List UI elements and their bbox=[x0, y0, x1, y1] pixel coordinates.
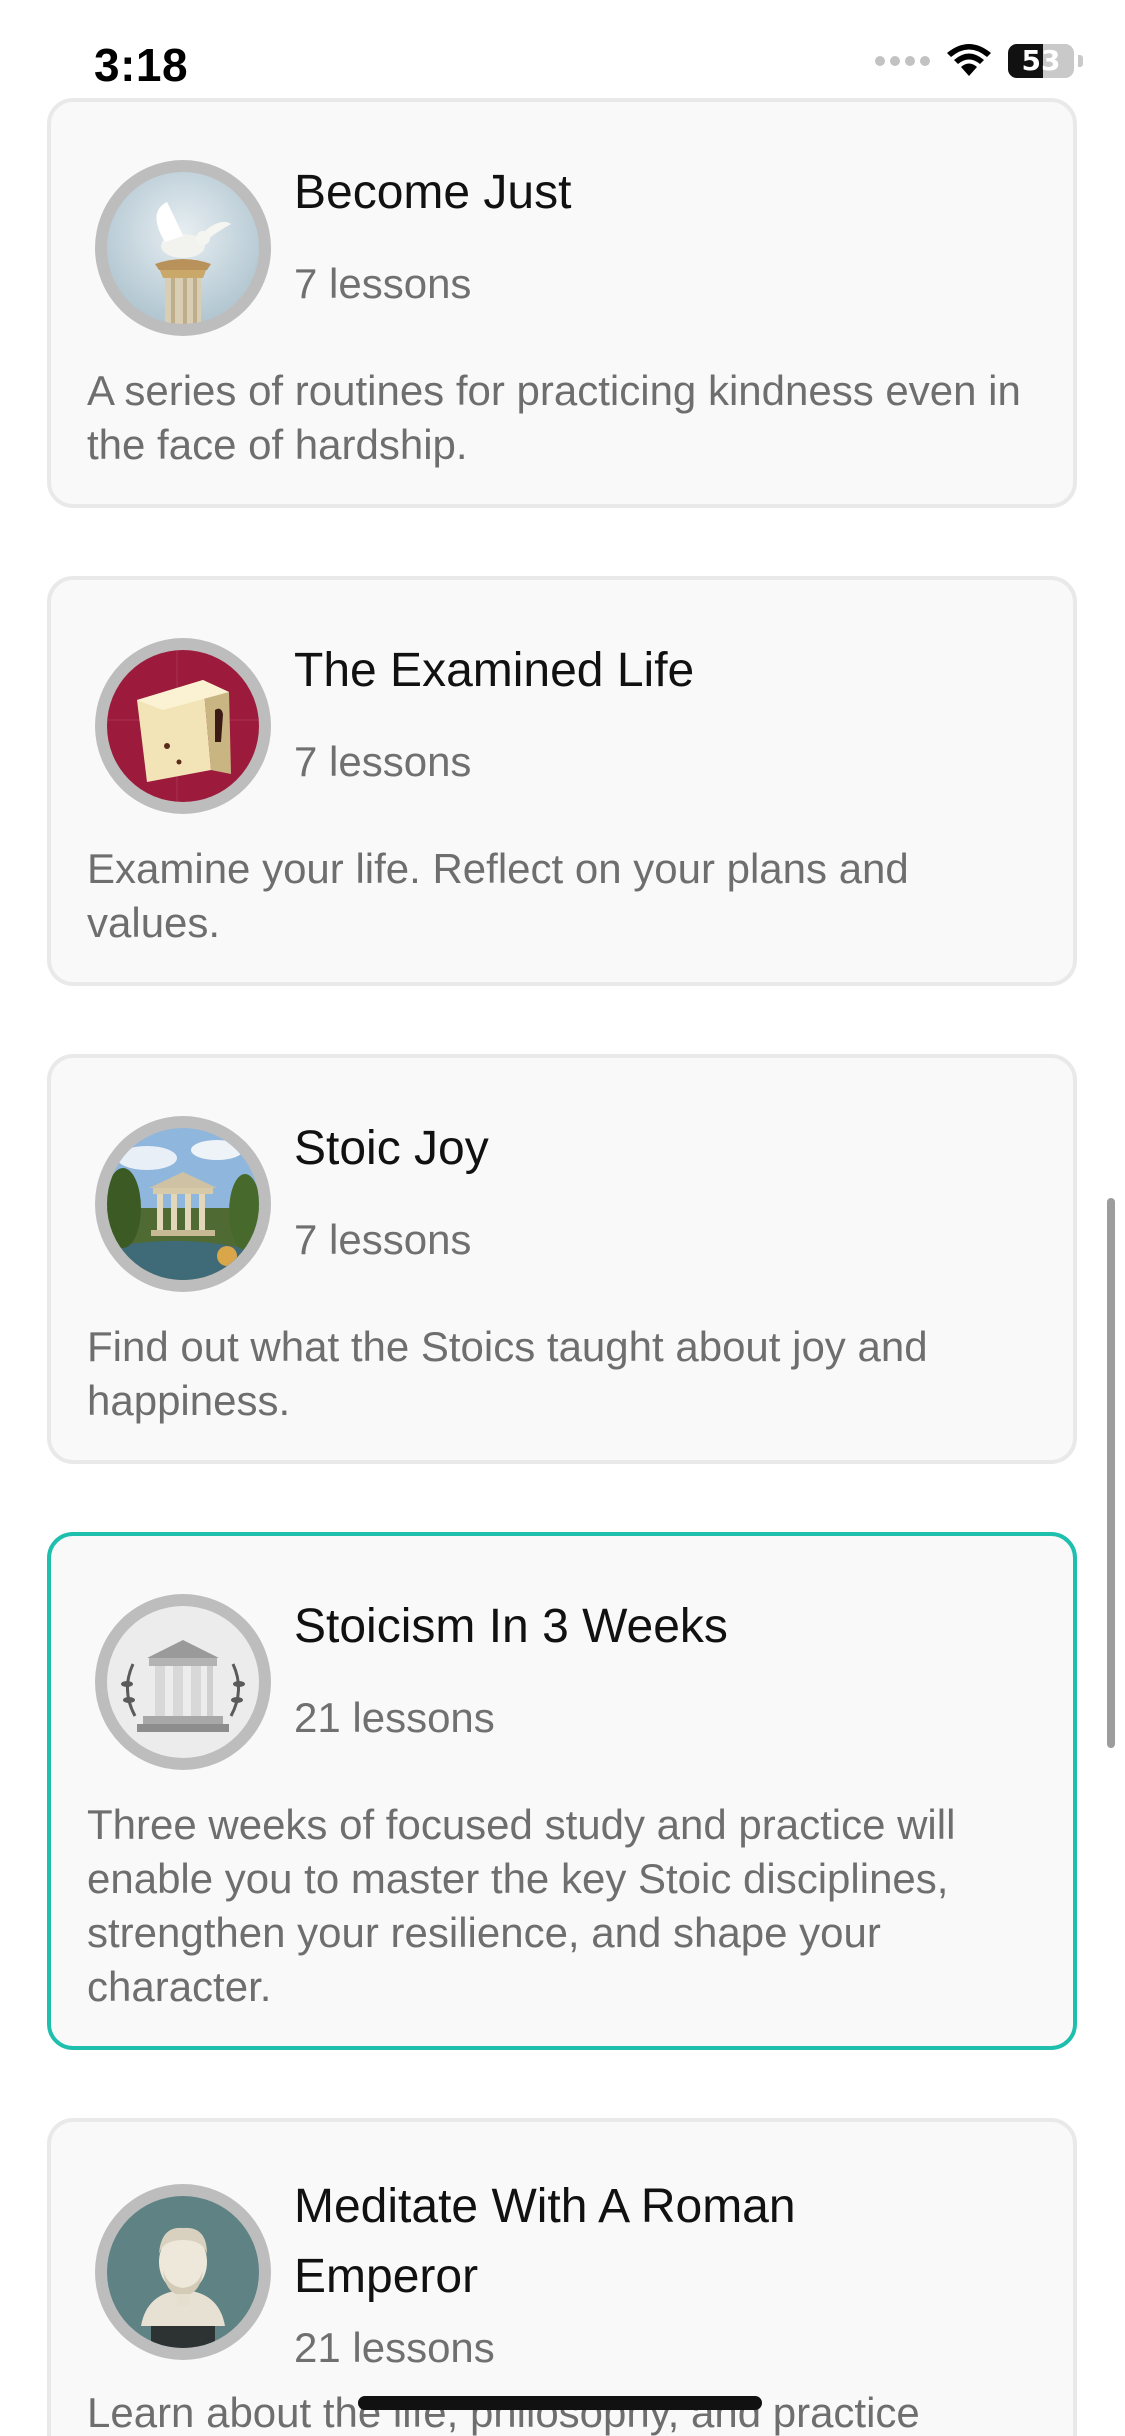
status-bar: 3:18 53 bbox=[0, 0, 1125, 96]
course-description: Learn about the life, philosophy, and pr… bbox=[87, 2389, 920, 2436]
course-title: Stoic Joy bbox=[294, 1122, 489, 1175]
course-description: A series of routines for practicing kind… bbox=[87, 367, 1021, 468]
cellular-signal-icon bbox=[875, 56, 930, 66]
course-lesson-count: 7 lessons bbox=[294, 260, 472, 307]
course-card-become-just[interactable]: Become Just 7 lessons A series of routin… bbox=[47, 98, 1077, 508]
course-card-meditate-with-a-roman-emperor[interactable]: Meditate With A Roman Emperor 21 lessons… bbox=[47, 2118, 1077, 2436]
course-lesson-count: 7 lessons bbox=[294, 738, 472, 785]
battery-cap bbox=[1078, 55, 1083, 67]
course-card-the-examined-life[interactable]: The Examined Life 7 lessons Examine your… bbox=[47, 576, 1077, 986]
course-lesson-count: 21 lessons bbox=[294, 1694, 495, 1741]
wifi-icon bbox=[947, 44, 991, 76]
open-box-image bbox=[95, 638, 271, 814]
course-title: Meditate With A Roman Emperor bbox=[294, 2180, 796, 2303]
course-lesson-count: 21 lessons bbox=[294, 2324, 495, 2371]
course-card-stoic-joy[interactable]: Stoic Joy 7 lessons Find out what the St… bbox=[47, 1054, 1077, 1464]
course-description: Examine your life. Reflect on your plans… bbox=[87, 845, 909, 946]
course-lesson-count: 7 lessons bbox=[294, 1216, 472, 1263]
course-title: The Examined Life bbox=[294, 644, 695, 697]
greek-temple-laurel-image bbox=[95, 1594, 271, 1770]
dove-on-column-image bbox=[95, 160, 271, 336]
temple-garden-image bbox=[95, 1116, 271, 1292]
course-list-screen: 3:18 53 Become Just 7 lessons A series o… bbox=[0, 0, 1125, 2436]
battery-icon: 53 bbox=[1008, 44, 1074, 78]
status-icons: 53 bbox=[875, 44, 1083, 78]
course-card-stoicism-in-3-weeks[interactable]: Stoicism In 3 Weeks 21 lessons Three wee… bbox=[47, 1532, 1077, 2050]
marcus-aurelius-bust-image bbox=[95, 2184, 271, 2360]
scroll-indicator[interactable] bbox=[1107, 1198, 1115, 1748]
status-time: 3:18 bbox=[94, 39, 189, 91]
battery-level: 53 bbox=[1021, 44, 1061, 77]
course-description: Find out what the Stoics taught about jo… bbox=[87, 1323, 928, 1424]
course-title: Become Just bbox=[294, 166, 572, 219]
course-description: Three weeks of focused study and practic… bbox=[87, 1801, 956, 2010]
home-indicator[interactable] bbox=[358, 2396, 762, 2410]
course-title: Stoicism In 3 Weeks bbox=[294, 1600, 728, 1653]
